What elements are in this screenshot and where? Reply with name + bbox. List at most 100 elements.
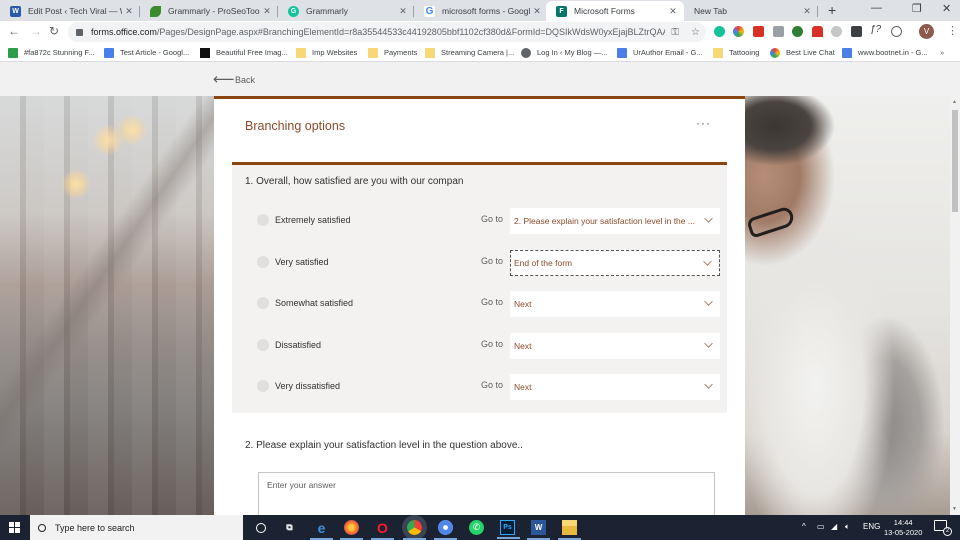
m-extension-icon[interactable] <box>851 26 862 37</box>
volume-icon[interactable]: 🔈︎ <box>845 522 850 532</box>
new-tab-button[interactable]: + <box>828 2 836 18</box>
taskbar-search[interactable]: Type here to search <box>30 515 243 540</box>
grey-extension-icon[interactable] <box>831 26 842 37</box>
bookmark-item[interactable]: Test Article - Googl... <box>104 46 189 59</box>
google-icon: G <box>424 5 435 17</box>
wordpress-icon: W <box>10 5 21 17</box>
bookmark-folder[interactable]: Streaming Camera |... <box>425 46 514 59</box>
mask-extension-icon[interactable] <box>891 26 902 37</box>
back-nav-icon[interactable]: ← <box>8 24 20 38</box>
profile-avatar[interactable]: V <box>919 24 934 39</box>
battery-icon[interactable]: ▭ <box>817 522 825 531</box>
bookmark-folder[interactable]: Imp Websites <box>296 46 357 59</box>
maximize-button[interactable]: ❐ <box>912 2 922 15</box>
browser-menu-icon[interactable]: ⋮ <box>947 24 958 37</box>
tab-grammarly-proseotools[interactable]: Grammarly - ProSeoTools_ ✕ <box>140 1 278 21</box>
bookmarks-overflow-button[interactable]: » <box>940 46 944 59</box>
goto-dropdown[interactable]: Next <box>510 374 720 400</box>
radio-button[interactable] <box>257 256 269 268</box>
close-window-button[interactable]: ✕ <box>942 2 951 15</box>
goto-dropdown-value: 2. Please explain your satisfaction leve… <box>514 216 695 226</box>
extension-badge-icon[interactable] <box>753 26 764 37</box>
close-tab-icon[interactable]: ✕ <box>800 6 814 17</box>
proseotools-extension-icon[interactable] <box>792 26 803 37</box>
firefox-icon[interactable] <box>340 520 363 540</box>
tab-grammarly[interactable]: G Grammarly ✕ <box>278 1 414 21</box>
folder-icon <box>425 47 435 58</box>
back-arrow-icon[interactable]: ⟵ <box>213 70 235 88</box>
wifi-icon[interactable]: ◢ <box>831 522 837 531</box>
tab-edit-post[interactable]: W Edit Post ‹ Tech Viral — WordPress ✕ <box>0 1 140 21</box>
goto-dropdown[interactable]: End of the form <box>510 250 720 276</box>
scroll-up-icon[interactable]: ▲ <box>952 99 957 105</box>
camera-extension-icon[interactable] <box>773 26 784 37</box>
goto-dropdown[interactable]: 2. Please explain your satisfaction leve… <box>510 208 720 234</box>
tab-microsoft-forms[interactable]: F Microsoft Forms ✕ <box>546 1 684 21</box>
livechat-icon <box>770 47 780 58</box>
tab-new-tab[interactable]: New Tab ✕ <box>684 1 818 21</box>
bookmark-item[interactable]: UrAuthor Email - G... <box>617 46 703 59</box>
bookmark-item[interactable]: Beautiful Free Imag... <box>200 46 288 59</box>
language-indicator[interactable]: ENG <box>863 522 880 531</box>
grammarly-extension-icon[interactable] <box>714 26 725 37</box>
radio-button[interactable] <box>257 339 269 351</box>
goto-dropdown[interactable]: Next <box>510 291 720 317</box>
browser-tab-strip: W Edit Post ‹ Tech Viral — WordPress ✕ G… <box>0 0 960 21</box>
goto-dropdown[interactable]: Next <box>510 333 720 359</box>
close-tab-icon[interactable]: ✕ <box>260 6 274 17</box>
url-domain: forms.office.com <box>91 27 157 37</box>
minimize-button[interactable]: — <box>871 2 882 14</box>
more-options-button[interactable]: ··· <box>696 116 711 130</box>
word-icon[interactable]: W <box>527 520 550 540</box>
branch-option-row: Dissatisfied Go to Next <box>232 333 727 359</box>
reload-icon[interactable]: ↻ <box>49 24 59 38</box>
colorpick-extension-icon[interactable] <box>733 26 744 37</box>
option-label: Somewhat satisfied <box>275 298 354 308</box>
key-icon[interactable]: ⚿ <box>671 27 679 38</box>
branch-option-row: Somewhat satisfied Go to Next <box>232 291 727 317</box>
radio-button[interactable] <box>257 380 269 392</box>
edge-icon[interactable]: e <box>310 520 333 540</box>
goto-dropdown-value: Next <box>514 299 532 309</box>
bookmark-item[interactable]: #fa872c Stunning F... <box>8 46 94 59</box>
scroll-down-icon[interactable]: ▼ <box>952 506 957 512</box>
show-hidden-icons[interactable]: ^ <box>802 522 806 531</box>
windows-start-icon[interactable] <box>9 522 20 533</box>
fontface-extension-icon[interactable]: ƒ? <box>870 24 881 35</box>
chromium-icon[interactable] <box>434 520 457 540</box>
bookmark-item[interactable]: www.bootnet.in - G... <box>842 46 928 59</box>
photoshop-icon[interactable]: Ps <box>497 520 520 539</box>
question-1-title: 1. Overall, how satisfied are you with o… <box>245 176 464 187</box>
alarm-extension-icon[interactable] <box>812 26 823 37</box>
bookmark-folder[interactable]: Tattooing <box>713 46 759 59</box>
close-tab-icon[interactable]: ✕ <box>666 6 680 17</box>
action-center-icon[interactable]: 2 <box>934 520 952 536</box>
scrollbar-thumb[interactable] <box>952 110 958 212</box>
opera-icon[interactable]: O <box>371 520 394 540</box>
bookmark-item[interactable]: Best Live Chat <box>770 46 835 59</box>
back-link[interactable]: Back <box>235 75 255 85</box>
whatsapp-icon[interactable]: ✆ <box>469 520 484 535</box>
google-docs-icon <box>617 47 627 58</box>
page-scrollbar[interactable]: ▲ ▼ <box>950 96 960 515</box>
close-tab-icon[interactable]: ✕ <box>396 6 410 17</box>
cortana-icon[interactable] <box>253 520 268 535</box>
address-bar[interactable]: forms.office.com/Pages/DesignPage.aspx#B… <box>68 22 706 42</box>
system-clock[interactable]: 14:44 13-05-2020 <box>884 518 922 538</box>
goto-label: Go to <box>481 339 504 349</box>
radio-button[interactable] <box>257 214 269 226</box>
radio-button[interactable] <box>257 297 269 309</box>
file-explorer-icon[interactable] <box>558 520 581 540</box>
close-tab-icon[interactable]: ✕ <box>122 6 136 17</box>
forward-nav-icon[interactable]: → <box>30 24 42 38</box>
card-title: Branching options <box>245 119 346 133</box>
tab-google-search[interactable]: G microsoft forms - Google Search ✕ <box>414 1 548 21</box>
chrome-icon[interactable] <box>403 520 426 540</box>
answer-input[interactable]: Enter your answer <box>258 472 715 515</box>
goto-label: Go to <box>481 256 504 266</box>
task-view-icon[interactable]: ⧉ <box>282 520 297 535</box>
bookmark-star-icon[interactable]: ☆ <box>691 27 700 38</box>
close-tab-icon[interactable]: ✕ <box>530 6 544 17</box>
bookmark-item[interactable]: Log In ‹ My Blog —... <box>521 46 607 59</box>
bookmark-folder[interactable]: Payments <box>368 46 417 59</box>
